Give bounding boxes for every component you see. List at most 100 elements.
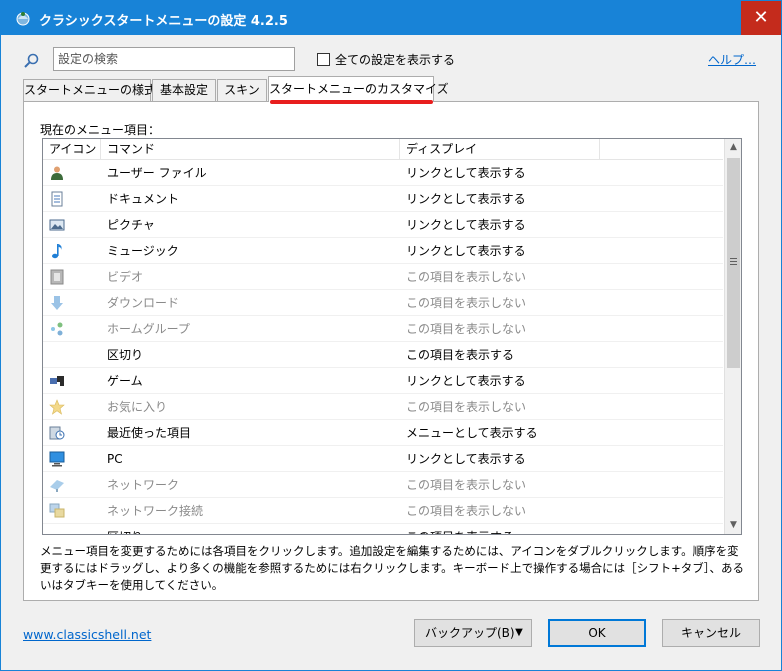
scroll-thumb[interactable] [727,158,740,368]
computer-icon [49,451,65,467]
videos-icon [50,269,64,285]
network-icon [50,480,64,492]
window-title: クラシックスタートメニューの設定 4.2.5 [39,14,288,29]
display-cell: この項目を表示しない [406,400,527,414]
list-label: 現在のメニュー項目： [40,123,161,137]
help-link[interactable]: ヘルプ… [708,51,756,68]
list-item[interactable]: 最近使った項目 メニューとして表示する [43,420,723,446]
tab-label: 基本設定 [159,83,208,97]
display-cell: この項目を表示しない [406,322,527,336]
scroll-down-button[interactable]: ▼ [725,517,741,534]
command-cell: ホームグループ [107,322,190,336]
search-icon [24,53,39,68]
favorites-icon [49,399,65,415]
backup-label: バックアップ(B) [425,626,515,640]
classicshell-website-link[interactable]: www.classicshell.net [23,627,151,642]
command-cell: ミュージック [107,244,179,258]
list-item[interactable]: 区切り この項目を表示する [43,524,723,534]
list-item[interactable]: ホームグループ この項目を表示しない [43,316,723,342]
tab-skin[interactable]: スキン [217,79,267,101]
display-cell: この項目を表示しない [406,296,527,310]
list-item[interactable]: PC リンクとして表示する [43,446,723,472]
music-icon [52,244,62,259]
tab-panel: 現在のメニュー項目： アイコン コマンド ディスプレイ ユーザー ファイル リン… [23,101,759,601]
classic-shell-icon [16,12,30,26]
command-cell: ゲーム [107,374,143,388]
tab-label: スキン [224,83,260,97]
documents-icon [51,191,63,207]
games-icon [50,376,64,386]
display-cell: メニューとして表示する [406,426,538,440]
display-cell: リンクとして表示する [406,452,526,466]
command-cell: ビデオ [107,270,144,284]
chevron-up-icon: ▲ [730,142,737,152]
list-item[interactable]: ピクチャ リンクとして表示する [43,212,723,238]
display-cell: この項目を表示しない [406,478,527,492]
column-header-command[interactable]: コマンド [101,139,400,159]
display-cell: リンクとして表示する [406,192,526,206]
close-button[interactable]: ✕ [741,1,781,35]
command-cell: ピクチャ [107,218,155,232]
list-item[interactable]: ネットワーク この項目を表示しない [43,472,723,498]
command-cell: ドキュメント [107,192,180,206]
command-cell: PC [107,452,123,466]
list-item[interactable]: ユーザー ファイル リンクとして表示する [43,160,723,186]
scroll-up-button[interactable]: ▲ [725,139,741,156]
list-item[interactable]: ゲーム リンクとして表示する [43,368,723,394]
display-cell: この項目を表示する [406,348,515,362]
recent-items-icon [49,426,65,440]
list-rows: ユーザー ファイル リンクとして表示する ドキュメント リンクとして表示する ピ… [43,160,723,534]
pictures-icon [49,219,65,231]
display-cell: リンクとして表示する [406,218,526,232]
vertical-scrollbar[interactable]: ▲ ▼ [724,139,741,534]
ok-label: OK [588,626,606,640]
list-item[interactable]: ミュージック リンクとして表示する [43,238,723,264]
backup-button[interactable]: バックアップ(B) ▼ [414,619,532,647]
command-cell: ネットワーク [107,478,180,492]
tab-highlight-underline [270,100,433,104]
close-icon: ✕ [753,7,769,28]
tab-basic-settings[interactable]: 基本設定 [152,79,216,101]
cancel-button[interactable]: キャンセル [662,619,760,647]
network-connections-icon [49,503,65,518]
help-description: メニュー項目を変更するためには各項目をクリックします。追加設定を編集するためには… [40,544,744,592]
display-cell: この項目を表示する [406,524,514,534]
cancel-label: キャンセル [680,626,741,640]
command-cell: 最近使った項目 [107,426,192,440]
command-cell: ユーザー ファイル [107,166,207,180]
downloads-icon [51,296,63,310]
title-bar[interactable]: クラシックスタートメニューの設定 4.2.5 ✕ [1,1,781,35]
tab-label: スタートメニューのカスタマイズ [269,82,449,96]
command-cell: 区切り [107,348,144,362]
display-cell: この項目を表示しない [406,270,527,284]
command-cell: 区切り [107,524,143,534]
display-cell: この項目を表示しない [406,504,527,518]
show-all-checkbox[interactable] [317,53,330,66]
show-all-label: 全ての設定を表示する [335,53,456,67]
tab-customize-start-menu[interactable]: スタートメニューのカスタマイズ [268,76,449,102]
list-item[interactable]: ドキュメント リンクとして表示する [43,186,723,212]
grip-icon [730,258,737,265]
search-input[interactable] [53,47,295,71]
list-item[interactable]: ダウンロード この項目を表示しない [43,290,723,316]
list-item[interactable]: ネットワーク接続 この項目を表示しない [43,498,723,524]
settings-window: クラシックスタートメニューの設定 4.2.5 ✕ 全ての設定を表示する ヘルプ…… [0,0,782,671]
display-cell: リンクとして表示する [406,244,526,258]
column-header-icon[interactable]: アイコン [43,139,101,159]
command-cell: お気に入り [107,400,168,414]
list-item[interactable]: お気に入り この項目を表示しない [43,394,723,420]
homegroup-icon [51,322,63,336]
display-cell: リンクとして表示する [406,374,526,388]
chevron-down-icon[interactable]: ▼ [507,620,531,646]
chevron-down-icon: ▼ [730,520,737,530]
user-files-icon [51,166,63,180]
column-header-display[interactable]: ディスプレイ [400,139,600,159]
command-cell: ダウンロード [107,296,180,310]
list-item[interactable]: 区切り この項目を表示する [43,342,723,368]
ok-button[interactable]: OK [548,619,646,647]
list-header: アイコン コマンド ディスプレイ [43,139,723,160]
tab-start-menu-style[interactable]: スタートメニューの様式 [23,79,156,101]
menu-items-list[interactable]: アイコン コマンド ディスプレイ ユーザー ファイル リンクとして表示する ドキ… [42,138,742,535]
list-item[interactable]: ビデオ この項目を表示しない [43,264,723,290]
command-cell: ネットワーク接続 [107,504,204,518]
